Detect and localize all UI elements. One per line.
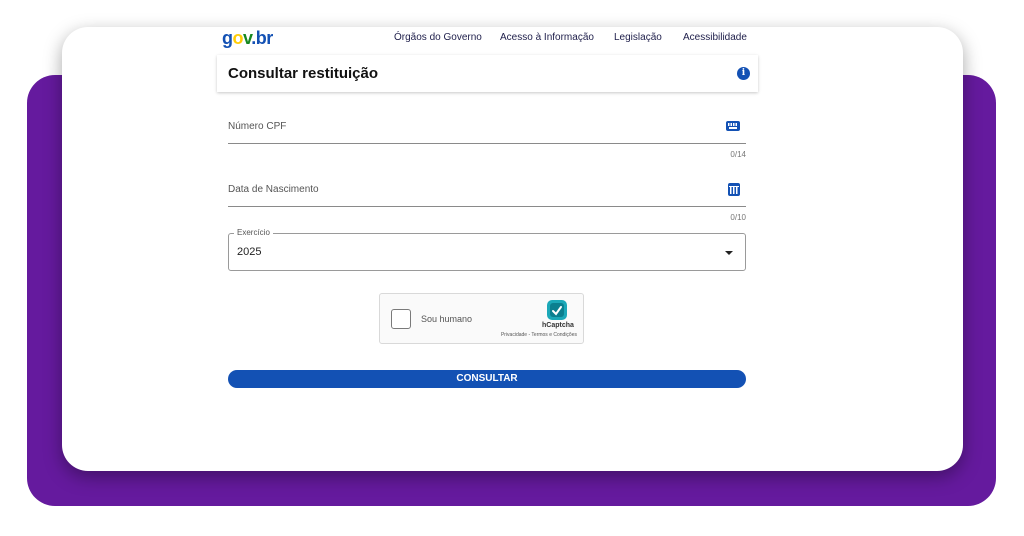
- exercise-label: Exercício: [234, 228, 273, 237]
- page-title: Consultar restituição: [228, 65, 379, 82]
- cpf-counter: 0/14: [730, 150, 746, 159]
- cpf-field[interactable]: Número CPF 0/14: [228, 115, 746, 159]
- captcha-checkbox[interactable]: [391, 309, 411, 329]
- calendar-icon[interactable]: [728, 183, 740, 196]
- cpf-placeholder: Número CPF: [228, 121, 287, 132]
- consultar-button[interactable]: CONSULTAR: [228, 370, 746, 388]
- browser-card: gov.br Órgãos do Governo Acesso à Inform…: [62, 27, 963, 471]
- captcha-label: Sou humano: [421, 314, 473, 324]
- nav-link-legislacao[interactable]: Legislação: [614, 32, 662, 43]
- hcaptcha-logo-icon: [547, 300, 567, 320]
- birthdate-counter: 0/10: [730, 213, 746, 222]
- nav-link-acesso-informacao[interactable]: Acesso à Informação: [500, 32, 594, 43]
- birthdate-placeholder: Data de Nascimento: [228, 184, 319, 195]
- exercise-select[interactable]: Exercício 2025: [228, 228, 746, 271]
- captcha-brand: hCaptcha: [542, 322, 574, 329]
- keyboard-icon[interactable]: [726, 121, 740, 131]
- birthdate-field[interactable]: Data de Nascimento 0/10: [228, 178, 746, 222]
- nav-link-orgaos[interactable]: Órgãos do Governo: [394, 32, 482, 43]
- top-navigation: gov.br Órgãos do Governo Acesso à Inform…: [62, 27, 963, 53]
- exercise-value: 2025: [237, 246, 262, 258]
- hcaptcha-widget: Sou humano hCaptcha Privacidade - Termos…: [379, 293, 584, 344]
- page-header: Consultar restituição i: [217, 55, 758, 92]
- info-icon[interactable]: i: [737, 67, 750, 80]
- birthdate-underline: [228, 206, 746, 207]
- nav-link-acessibilidade[interactable]: Acessibilidade: [683, 32, 747, 43]
- captcha-links[interactable]: Privacidade - Termos e Condições: [501, 332, 577, 338]
- govbr-logo[interactable]: gov.br: [222, 28, 273, 49]
- caret-down-icon[interactable]: [725, 251, 733, 255]
- cpf-underline: [228, 143, 746, 144]
